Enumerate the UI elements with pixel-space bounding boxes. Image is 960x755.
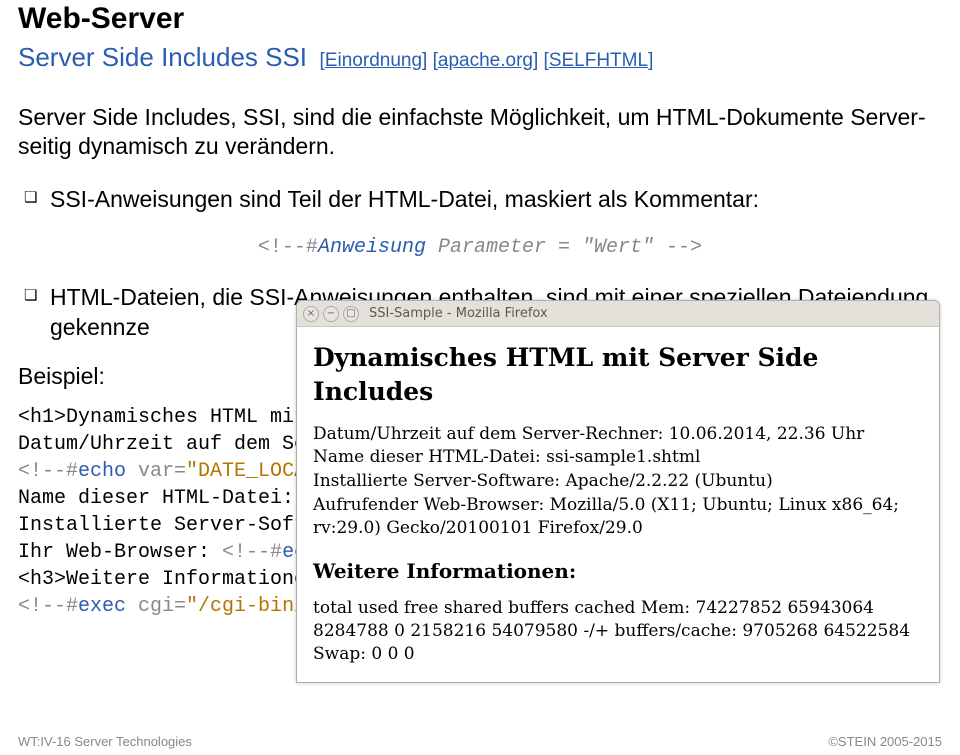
code-l5: Installierte Server-Softw bbox=[18, 514, 318, 537]
browser-line-4: Aufrufender Web-Browser: Mozilla/5.0 (X1… bbox=[313, 494, 923, 540]
firefox-titlebar: × − □ SSI-Sample - Mozilla Firefox bbox=[297, 301, 939, 327]
footer-right: ©STEIN 2005-2015 bbox=[828, 734, 942, 749]
code-l6a: Ihr Web-Browser: bbox=[18, 541, 222, 564]
code-l6b: <!--# bbox=[222, 541, 282, 564]
directive-syntax: <!--#Anweisung Parameter = "Wert" --> bbox=[18, 236, 942, 259]
browser-sysout: total used free shared buffers cached Me… bbox=[313, 597, 923, 666]
link-einordnung[interactable]: Einordnung bbox=[325, 50, 422, 71]
link-selfhtml[interactable]: SELFHTML bbox=[549, 50, 648, 71]
slide: Web-Server Server Side Includes SSI [Ein… bbox=[0, 2, 960, 755]
directive-open: <!--# bbox=[258, 236, 318, 259]
directive-eq: = bbox=[546, 236, 582, 259]
directive-param: Parameter bbox=[438, 236, 546, 259]
browser-line-3: Installierte Server-Software: Apache/2.2… bbox=[313, 470, 923, 493]
subtitle-text: Server Side Includes SSI bbox=[18, 42, 307, 72]
subtitle-links: [Einordnung] [apache.org] [SELFHTML] bbox=[314, 50, 653, 71]
firefox-content: Dynamisches HTML mit Server Side Include… bbox=[297, 327, 939, 682]
browser-line-2: Name dieser HTML-Datei: ssi-sample1.shtm… bbox=[313, 446, 923, 469]
code-l3c: var= bbox=[126, 460, 186, 483]
minimize-icon[interactable]: − bbox=[323, 306, 339, 322]
subtitle-row: Server Side Includes SSI [Einordnung] [a… bbox=[18, 42, 942, 73]
browser-line-1: Datum/Uhrzeit auf dem Server-Rechner: 10… bbox=[313, 423, 923, 446]
code-l8c: cgi= bbox=[126, 595, 186, 618]
close-icon[interactable]: × bbox=[303, 306, 319, 322]
browser-h1: Dynamisches HTML mit Server Side Include… bbox=[313, 341, 923, 409]
code-l3a: <!--# bbox=[18, 460, 78, 483]
code-l4: Name dieser HTML-Datei: < bbox=[18, 487, 318, 510]
maximize-icon[interactable]: □ bbox=[343, 306, 359, 322]
directive-close: --> bbox=[654, 236, 702, 259]
code-l8b: exec bbox=[78, 595, 126, 618]
directive-cmd: Anweisung bbox=[318, 236, 426, 259]
code-l3b: echo bbox=[78, 460, 126, 483]
page-title: Web-Server bbox=[18, 2, 942, 36]
code-l1: <h1>Dynamisches HTML mit bbox=[18, 406, 306, 429]
code-l7: <h3>Weitere Informationen bbox=[18, 568, 318, 591]
window-title: SSI-Sample - Mozilla Firefox bbox=[369, 306, 548, 321]
link-apache[interactable]: apache.org bbox=[438, 50, 533, 71]
footer-left: WT:IV-16 Server Technologies bbox=[18, 734, 192, 749]
browser-h3: Weitere Informationen: bbox=[313, 558, 923, 585]
footer: WT:IV-16 Server Technologies ©STEIN 2005… bbox=[18, 734, 942, 749]
code-l8a: <!--# bbox=[18, 595, 78, 618]
firefox-window: × − □ SSI-Sample - Mozilla Firefox Dynam… bbox=[296, 300, 940, 683]
code-l2: Datum/Uhrzeit auf dem Ser bbox=[18, 433, 318, 456]
intro-paragraph: Server Side Includes, SSI, sind die einf… bbox=[18, 103, 942, 161]
bullet-1: SSI-Anweisungen sind Teil der HTML-Datei… bbox=[18, 185, 942, 215]
directive-val: "Wert" bbox=[582, 236, 654, 259]
